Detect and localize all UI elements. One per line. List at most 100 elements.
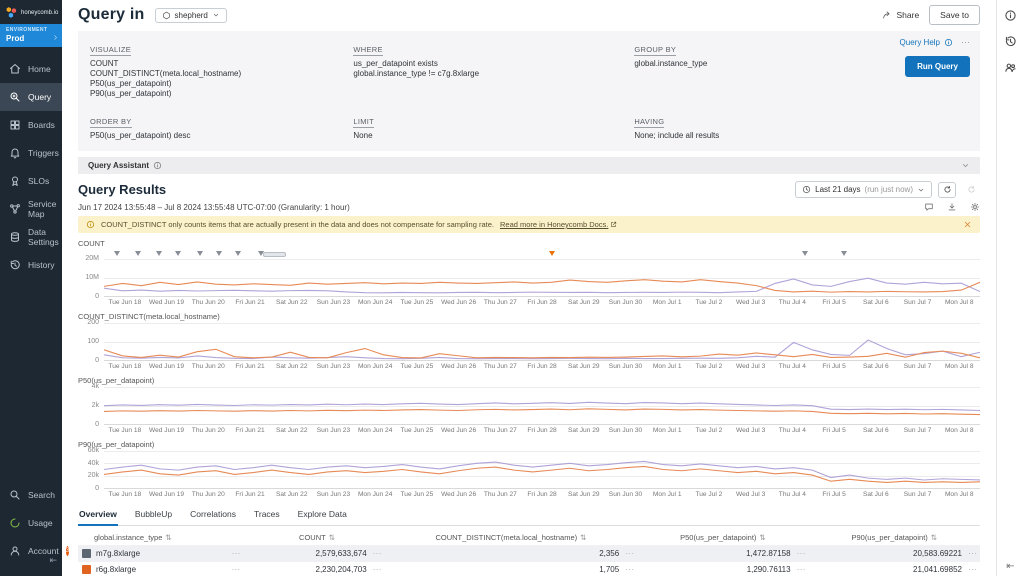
chart-marker[interactable]: [156, 251, 162, 259]
builder-section-label[interactable]: VISUALIZE: [90, 45, 131, 56]
builder-clause[interactable]: us_per_datapoint exists: [353, 59, 634, 69]
builder-clause[interactable]: COUNT_DISTINCT(meta.local_hostname): [90, 69, 353, 79]
builder-clause[interactable]: P50(us_per_datapoint): [90, 79, 353, 89]
builder-clause[interactable]: P90(us_per_datapoint): [90, 89, 353, 99]
sort-icon[interactable]: ⇅: [580, 533, 586, 542]
cell-menu-icon[interactable]: ⋯: [797, 548, 807, 559]
chart-marker[interactable]: [114, 251, 120, 259]
chart-marker[interactable]: [216, 251, 222, 259]
sidebar-item-home[interactable]: Home: [0, 55, 62, 83]
rail-collapse-icon[interactable]: ⇤: [1006, 561, 1014, 572]
cell-menu-icon[interactable]: ⋯: [373, 548, 383, 559]
cell-value: 1,705: [599, 565, 619, 574]
table-row[interactable]: r6g.8xlarge⋯2,230,204,703⋯1,705⋯1,290.76…: [78, 561, 980, 576]
x-tick-label: Fri Jul 5: [813, 427, 855, 434]
column-header-count[interactable]: COUNT⇅: [249, 533, 384, 542]
chart-marker-range[interactable]: [263, 252, 286, 257]
table-row[interactable]: m7g.8xlarge⋯2,579,633,674⋯2,356⋯1,472.87…: [78, 545, 980, 561]
sidebar-item-query[interactable]: Query: [0, 83, 62, 111]
chart-marker[interactable]: [197, 251, 203, 259]
honeycomb-logo[interactable]: honeycomb.io: [0, 0, 62, 24]
cell-menu-icon[interactable]: ⋯: [968, 548, 978, 559]
chart-canvas[interactable]: [104, 387, 980, 425]
sort-icon[interactable]: ⇅: [931, 533, 937, 542]
x-tick-label: Mon Jul 1: [646, 427, 688, 434]
chart-marker[interactable]: [841, 251, 847, 259]
chart-series-svg: [104, 451, 980, 488]
query-help-link[interactable]: Query Help ⋯: [900, 37, 970, 48]
chart-marker[interactable]: [802, 251, 808, 259]
chart-marker[interactable]: [175, 251, 181, 259]
run-query-button[interactable]: Run Query: [905, 56, 970, 77]
x-tick-label: Thu Jun 27: [479, 491, 521, 498]
share-button[interactable]: Share: [882, 10, 919, 20]
x-tick-label: Sun Jun 23: [313, 491, 355, 498]
chart-canvas[interactable]: [104, 323, 980, 361]
chart-marker[interactable]: [549, 251, 555, 259]
dataset-selector[interactable]: shepherd: [155, 8, 227, 23]
builder-section-label[interactable]: ORDER BY: [90, 117, 132, 128]
column-header-global-instance-type[interactable]: global.instance_type⇅: [78, 533, 249, 542]
builder-section-label[interactable]: LIMIT: [353, 117, 374, 128]
cell-menu-icon[interactable]: ⋯: [625, 548, 635, 559]
builder-section-label[interactable]: HAVING: [634, 117, 664, 128]
docs-link[interactable]: Read more in Honeycomb Docs.: [500, 220, 617, 229]
builder-clause[interactable]: None; include all results: [634, 131, 968, 141]
chart-marker[interactable]: [135, 251, 141, 259]
x-tick-label: Sun Jun 30: [605, 363, 647, 370]
refresh-button[interactable]: [938, 182, 956, 198]
cell-value: 2,356: [599, 549, 619, 558]
sort-icon[interactable]: ⇅: [165, 533, 171, 542]
column-header-p90-us-per-datapoint[interactable]: P90(us_per_datapoint)⇅: [809, 533, 980, 542]
rail-history-button[interactable]: [1004, 35, 1017, 48]
sidebar-item-search[interactable]: Search: [0, 481, 62, 509]
column-header-p50-us-per-datapoint[interactable]: P50(us_per_datapoint)⇅: [637, 533, 808, 542]
sidebar-item-label: Usage: [28, 518, 53, 528]
rail-team-button[interactable]: [1004, 61, 1017, 74]
column-header-count-distinct-meta-local-hostname[interactable]: COUNT_DISTINCT(meta.local_hostname)⇅: [385, 533, 638, 542]
builder-clause[interactable]: COUNT: [90, 59, 353, 69]
builder-clause[interactable]: None: [353, 131, 634, 141]
save-to-button[interactable]: Save to: [929, 5, 980, 25]
cell-menu-icon[interactable]: ⋯: [373, 564, 383, 575]
cell-menu-icon[interactable]: ⋯: [968, 564, 978, 575]
chart-canvas[interactable]: [104, 259, 980, 297]
sidebar-item-history[interactable]: History: [0, 251, 62, 279]
query-assistant-bar[interactable]: Query Assistant: [78, 157, 980, 174]
sidebar-item-data-settings[interactable]: Data Settings: [0, 223, 62, 251]
sort-icon[interactable]: ⇅: [329, 533, 335, 542]
time-range-select[interactable]: Last 21 days (run just now): [795, 181, 932, 198]
sidebar-collapse-icon[interactable]: ⇤: [49, 555, 57, 566]
sidebar-item-usage[interactable]: Usage: [0, 509, 62, 537]
environment-switcher[interactable]: ENVIRONMENT Prod: [0, 24, 62, 47]
download-button[interactable]: [947, 202, 957, 212]
sidebar-item-service-map[interactable]: Service Map: [0, 195, 62, 223]
builder-clause[interactable]: global.instance_type != c7g.8xlarge: [353, 69, 634, 79]
builder-section-label[interactable]: GROUP BY: [634, 45, 676, 56]
chart-marker[interactable]: [235, 251, 241, 259]
builder-clause[interactable]: P50(us_per_datapoint) desc: [90, 131, 353, 141]
sidebar-item-slos[interactable]: SLOs: [0, 167, 62, 195]
cell-menu-icon[interactable]: ⋯: [231, 564, 241, 575]
chevron-down-icon[interactable]: [961, 161, 970, 170]
builder-section-label[interactable]: WHERE: [353, 45, 382, 56]
x-tick-label: Thu Jul 4: [772, 427, 814, 434]
tab-traces[interactable]: Traces: [253, 505, 281, 525]
tab-bubbleup[interactable]: BubbleUp: [134, 505, 173, 525]
comment-button[interactable]: [924, 202, 934, 212]
sort-icon[interactable]: ⇅: [759, 533, 765, 542]
tab-overview[interactable]: Overview: [78, 505, 118, 526]
more-menu-icon[interactable]: ⋯: [961, 37, 970, 48]
close-icon[interactable]: [963, 220, 972, 229]
cell-menu-icon[interactable]: ⋯: [231, 548, 241, 559]
sidebar-item-boards[interactable]: Boards: [0, 111, 62, 139]
cell-menu-icon[interactable]: ⋯: [625, 564, 635, 575]
gear-button[interactable]: [970, 202, 980, 212]
rail-info-button[interactable]: [1004, 9, 1017, 22]
cell-menu-icon[interactable]: ⋯: [797, 564, 807, 575]
cell-metric: 21,041.69852⋯: [809, 564, 980, 575]
tab-correlations[interactable]: Correlations: [189, 505, 237, 525]
sidebar-item-triggers[interactable]: Triggers: [0, 139, 62, 167]
tab-explore-data[interactable]: Explore Data: [297, 505, 348, 525]
chart-canvas[interactable]: [104, 451, 980, 489]
